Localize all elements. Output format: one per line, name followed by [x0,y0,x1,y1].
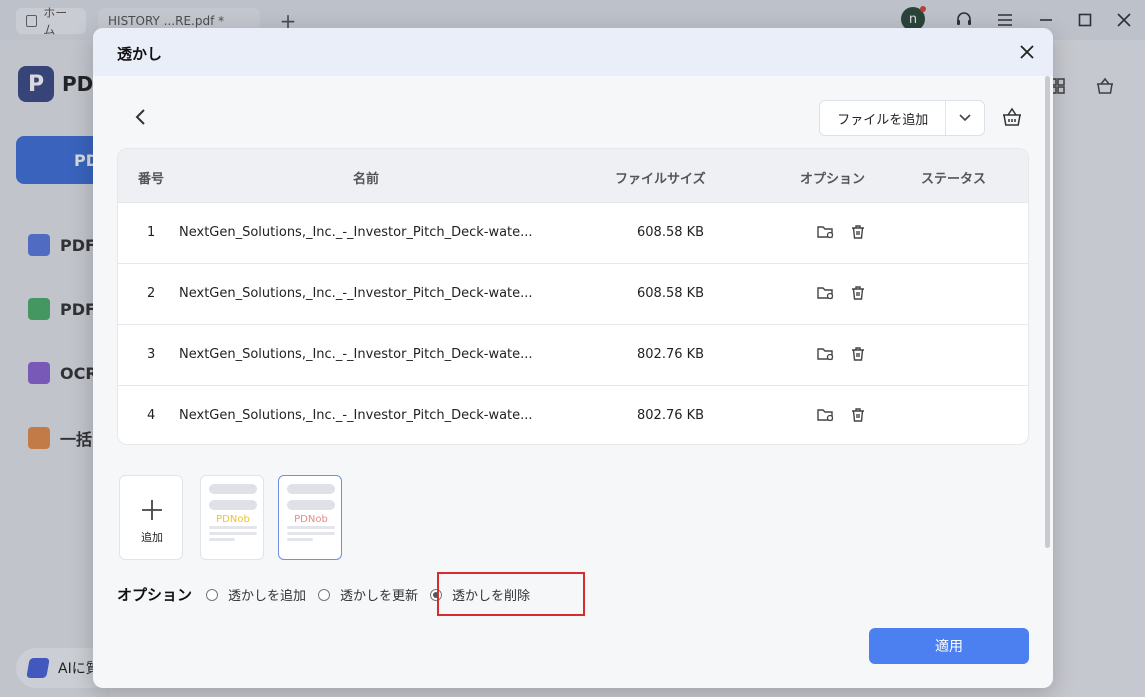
header-name: 名前 [353,172,380,187]
trash-icon[interactable] [850,224,868,242]
trash-icon[interactable] [850,346,868,364]
template-thumbnail-selected[interactable]: PDNob [278,475,342,560]
table-row: 3 NextGen_Solutions,_Inc._-_Investor_Pit… [118,324,1028,385]
folder-settings-icon[interactable] [817,346,835,364]
plus-icon [140,498,164,527]
dialog-header: 透かし [93,28,1053,76]
placeholder-line [287,538,313,541]
template-thumbnail[interactable]: PDNob [200,475,264,560]
placeholder-line [209,532,257,535]
row-file-name: NextGen_Solutions,_Inc._-_Investor_Pitch… [179,225,533,240]
placeholder-bar [287,484,335,494]
placeholder-bar [209,484,257,494]
radio-label: 透かしを更新 [340,589,419,604]
apply-button[interactable]: 適用 [869,628,1029,664]
table-row: 1 NextGen_Solutions,_Inc._-_Investor_Pit… [118,202,1028,263]
add-template-button[interactable]: 追加 [119,475,183,560]
placeholder-line [287,532,335,535]
header-status: ステータス [921,172,987,187]
radio-label: 透かしを追加 [228,589,307,604]
trash-icon[interactable] [850,285,868,303]
watermark-dialog: 透かし ファイルを追加 番号 名前 ファイルサイズ オプション ステータス 1 … [93,28,1053,688]
placeholder-line [209,526,257,529]
row-file-name: NextGen_Solutions,_Inc._-_Investor_Pitch… [179,286,533,301]
close-icon[interactable] [1015,40,1039,64]
table-row: 2 NextGen_Solutions,_Inc._-_Investor_Pit… [118,263,1028,324]
placeholder-line [209,538,235,541]
annotation-highlight-box [437,572,585,616]
row-number: 4 [147,408,156,423]
radio-update-watermark[interactable]: 透かしを更新 [318,585,418,604]
add-file-label[interactable]: ファイルを追加 [820,101,947,135]
row-number: 1 [147,225,156,240]
add-template-label: 追加 [141,531,163,544]
folder-settings-icon[interactable] [817,407,835,425]
table-row: 4 NextGen_Solutions,_Inc._-_Investor_Pit… [118,385,1028,444]
table-header: 番号 名前 ファイルサイズ オプション ステータス [118,149,1028,202]
row-file-size: 608.58 KB [637,286,705,301]
clear-all-basket-icon[interactable] [1001,106,1025,130]
scrollbar[interactable] [1045,76,1050,548]
back-arrow-icon[interactable] [129,106,151,128]
options-label: オプション [117,586,193,604]
folder-settings-icon[interactable] [817,224,835,242]
row-number: 2 [147,286,156,301]
row-number: 3 [147,347,156,362]
header-options: オプション [800,172,866,187]
file-table: 番号 名前 ファイルサイズ オプション ステータス 1 NextGen_Solu… [117,148,1029,445]
row-file-name: NextGen_Solutions,_Inc._-_Investor_Pitch… [179,347,533,362]
row-file-size: 802.76 KB [637,408,705,423]
chevron-down-icon[interactable] [946,101,984,135]
placeholder-bar [287,500,335,510]
radio-button[interactable] [206,588,219,601]
folder-settings-icon[interactable] [817,285,835,303]
placeholder-bar [209,500,257,510]
header-number: 番号 [138,172,165,187]
radio-add-watermark[interactable]: 透かしを追加 [206,585,306,604]
radio-button[interactable] [318,588,331,601]
dialog-title: 透かし [117,45,163,63]
header-size: ファイルサイズ [615,172,706,187]
row-file-size: 608.58 KB [637,225,705,240]
watermark-text: PDNob [216,514,250,525]
placeholder-line [287,526,335,529]
trash-icon[interactable] [850,407,868,425]
add-file-button[interactable]: ファイルを追加 [819,100,985,136]
row-file-size: 802.76 KB [637,347,705,362]
watermark-text: PDNob [294,514,328,525]
row-file-name: NextGen_Solutions,_Inc._-_Investor_Pitch… [179,408,533,423]
